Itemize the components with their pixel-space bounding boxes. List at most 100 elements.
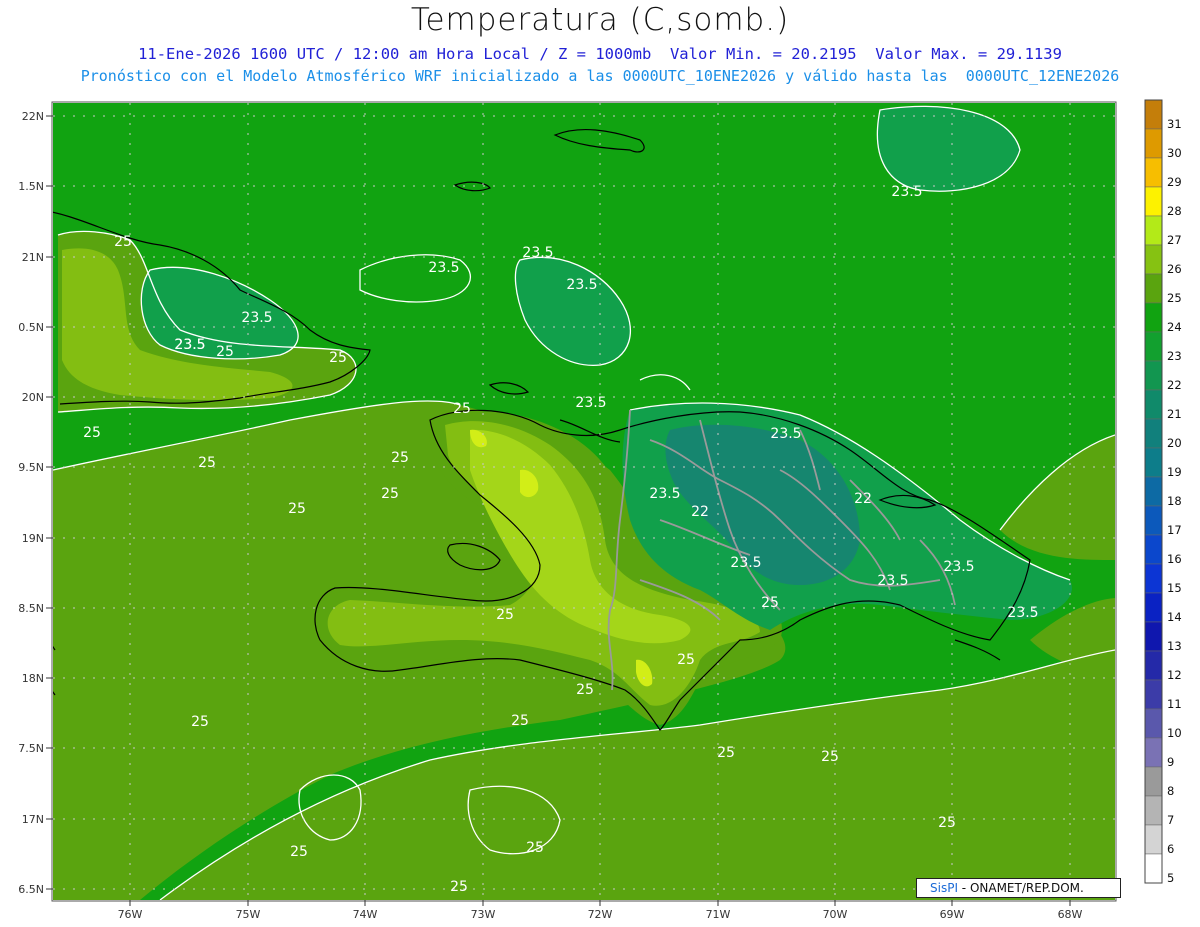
contour-value-label: 25 (114, 234, 132, 250)
lon-label: 68W (1058, 908, 1083, 921)
lon-label: 76W (118, 908, 143, 921)
colorbar-swatch (1144, 766, 1163, 797)
longitude-axis: 76W 75W 74W 73W 72W 71W 70W 69W 68W (118, 900, 1083, 921)
contour-value-label: 23.5 (566, 277, 597, 293)
lon-label: 74W (353, 908, 378, 921)
latitude-axis: 22N 1.5N 21N 0.5N 20N 9.5N 19N 8.5N 18N 7.5N 17N 6.… (18, 110, 53, 896)
colorbar-label: 30 (1167, 146, 1182, 160)
colorbar-label: 9 (1167, 755, 1174, 769)
colorbar-swatch (1144, 273, 1163, 304)
colorbar-label: 14 (1167, 610, 1182, 624)
contour-value-label: 25 (761, 595, 779, 611)
lat-label: 19N (22, 532, 44, 545)
contour-value-label: 25 (329, 350, 347, 366)
contour-value-label: 23.5 (241, 310, 272, 326)
contour-value-label: 25 (391, 450, 409, 466)
colorbar-swatch (1144, 795, 1163, 826)
colorbar-label: 7 (1167, 813, 1174, 827)
colorbar-swatch (1144, 476, 1163, 507)
lon-label: 69W (940, 908, 965, 921)
lon-label: 72W (588, 908, 613, 921)
contour-value-label: 25 (938, 815, 956, 831)
lat-label: 6.5N (18, 883, 44, 896)
contour-value-label: 22 (854, 491, 872, 507)
contour-value-label: 25 (677, 652, 695, 668)
contour-value-label: 23.5 (174, 337, 205, 353)
contour-value-label: 25 (216, 344, 234, 360)
colorbar-swatch (1144, 157, 1163, 188)
contour-value-label: 23.5 (649, 486, 680, 502)
contour-value-label: 23.5 (1007, 605, 1038, 621)
credit-box: SisPI - ONAMET/REP.DOM. (916, 878, 1121, 898)
lat-label: 22N (22, 110, 44, 123)
colorbar-label: 19 (1167, 465, 1182, 479)
contour-value-label: 23.5 (730, 555, 761, 571)
lon-label: 70W (823, 908, 848, 921)
colorbar-label: 25 (1167, 291, 1182, 305)
colorbar-swatch (1144, 737, 1163, 768)
contour-value-label: 25 (288, 501, 306, 517)
lon-label: 73W (471, 908, 496, 921)
lat-label: 9.5N (18, 461, 44, 474)
colorbar-label: 24 (1167, 320, 1182, 334)
colorbar-swatch (1144, 331, 1163, 362)
contour-value-label: 25 (453, 401, 471, 417)
colorbar-label: 5 (1167, 871, 1174, 885)
contour-value-label: 25 (496, 607, 514, 623)
colorbar-swatch (1144, 389, 1163, 420)
credit-text: - ONAMET/REP.DOM. (957, 881, 1084, 895)
colorbar-label: 31 (1167, 117, 1182, 131)
colorbar-label: 12 (1167, 668, 1182, 682)
colorbar-swatch (1144, 708, 1163, 739)
lat-label: 7.5N (18, 742, 44, 755)
colorbar-swatch (1144, 563, 1163, 594)
colorbar-swatch (1144, 99, 1163, 130)
contour-value-label: 25 (576, 682, 594, 698)
contour-value-label: 25 (198, 455, 216, 471)
contour-value-label: 25 (526, 840, 544, 856)
colorbar-swatch (1144, 592, 1163, 623)
contour-value-label: 23.5 (943, 559, 974, 575)
contour-value-label: 25 (290, 844, 308, 860)
contour-value-label: 23.5 (891, 184, 922, 200)
contour-value-label: 25 (717, 745, 735, 761)
colorbar-swatch (1144, 447, 1163, 478)
colorbar-label: 13 (1167, 639, 1182, 653)
contour-value-label: 23.5 (770, 426, 801, 442)
colorbar: 31 30 29 28 27 26 25 24 23 22 21 20 19 18 17 16 15 14 13 12… (1144, 99, 1182, 885)
credit-brand: SisPI (930, 881, 958, 895)
colorbar-label: 17 (1167, 523, 1182, 537)
contour-value-label: 23.5 (522, 245, 553, 261)
lat-label: 17N (22, 813, 44, 826)
contour-value-label: 25 (450, 879, 468, 895)
colorbar-swatch (1144, 360, 1163, 391)
colorbar-swatch (1144, 128, 1163, 159)
colorbar-label: 26 (1167, 262, 1182, 276)
colorbar-label: 8 (1167, 784, 1174, 798)
colorbar-swatch (1144, 621, 1163, 652)
colorbar-swatch (1144, 215, 1163, 246)
contour-value-label: 23.5 (877, 573, 908, 589)
colorbar-label: 27 (1167, 233, 1182, 247)
colorbar-label: 29 (1167, 175, 1182, 189)
lon-label: 71W (706, 908, 731, 921)
colorbar-swatch (1144, 679, 1163, 710)
contour-value-label: 22 (691, 504, 709, 520)
colorbar-label: 6 (1167, 842, 1174, 856)
colorbar-label: 10 (1167, 726, 1182, 740)
contour-value-label: 23.5 (575, 395, 606, 411)
colorbar-swatch (1144, 650, 1163, 681)
colorbar-swatch (1144, 186, 1163, 217)
colorbar-label: 11 (1167, 697, 1182, 711)
lon-label: 75W (236, 908, 261, 921)
colorbar-swatch (1144, 505, 1163, 536)
colorbar-label: 22 (1167, 378, 1182, 392)
lat-label: 1.5N (18, 180, 44, 193)
contour-value-label: 25 (381, 486, 399, 502)
colorbar-label: 16 (1167, 552, 1182, 566)
contour-value-label: 23.5 (428, 260, 459, 276)
colorbar-swatch (1144, 534, 1163, 565)
lat-label: 18N (22, 672, 44, 685)
colorbar-label: 18 (1167, 494, 1182, 508)
contour-value-label: 25 (83, 425, 101, 441)
